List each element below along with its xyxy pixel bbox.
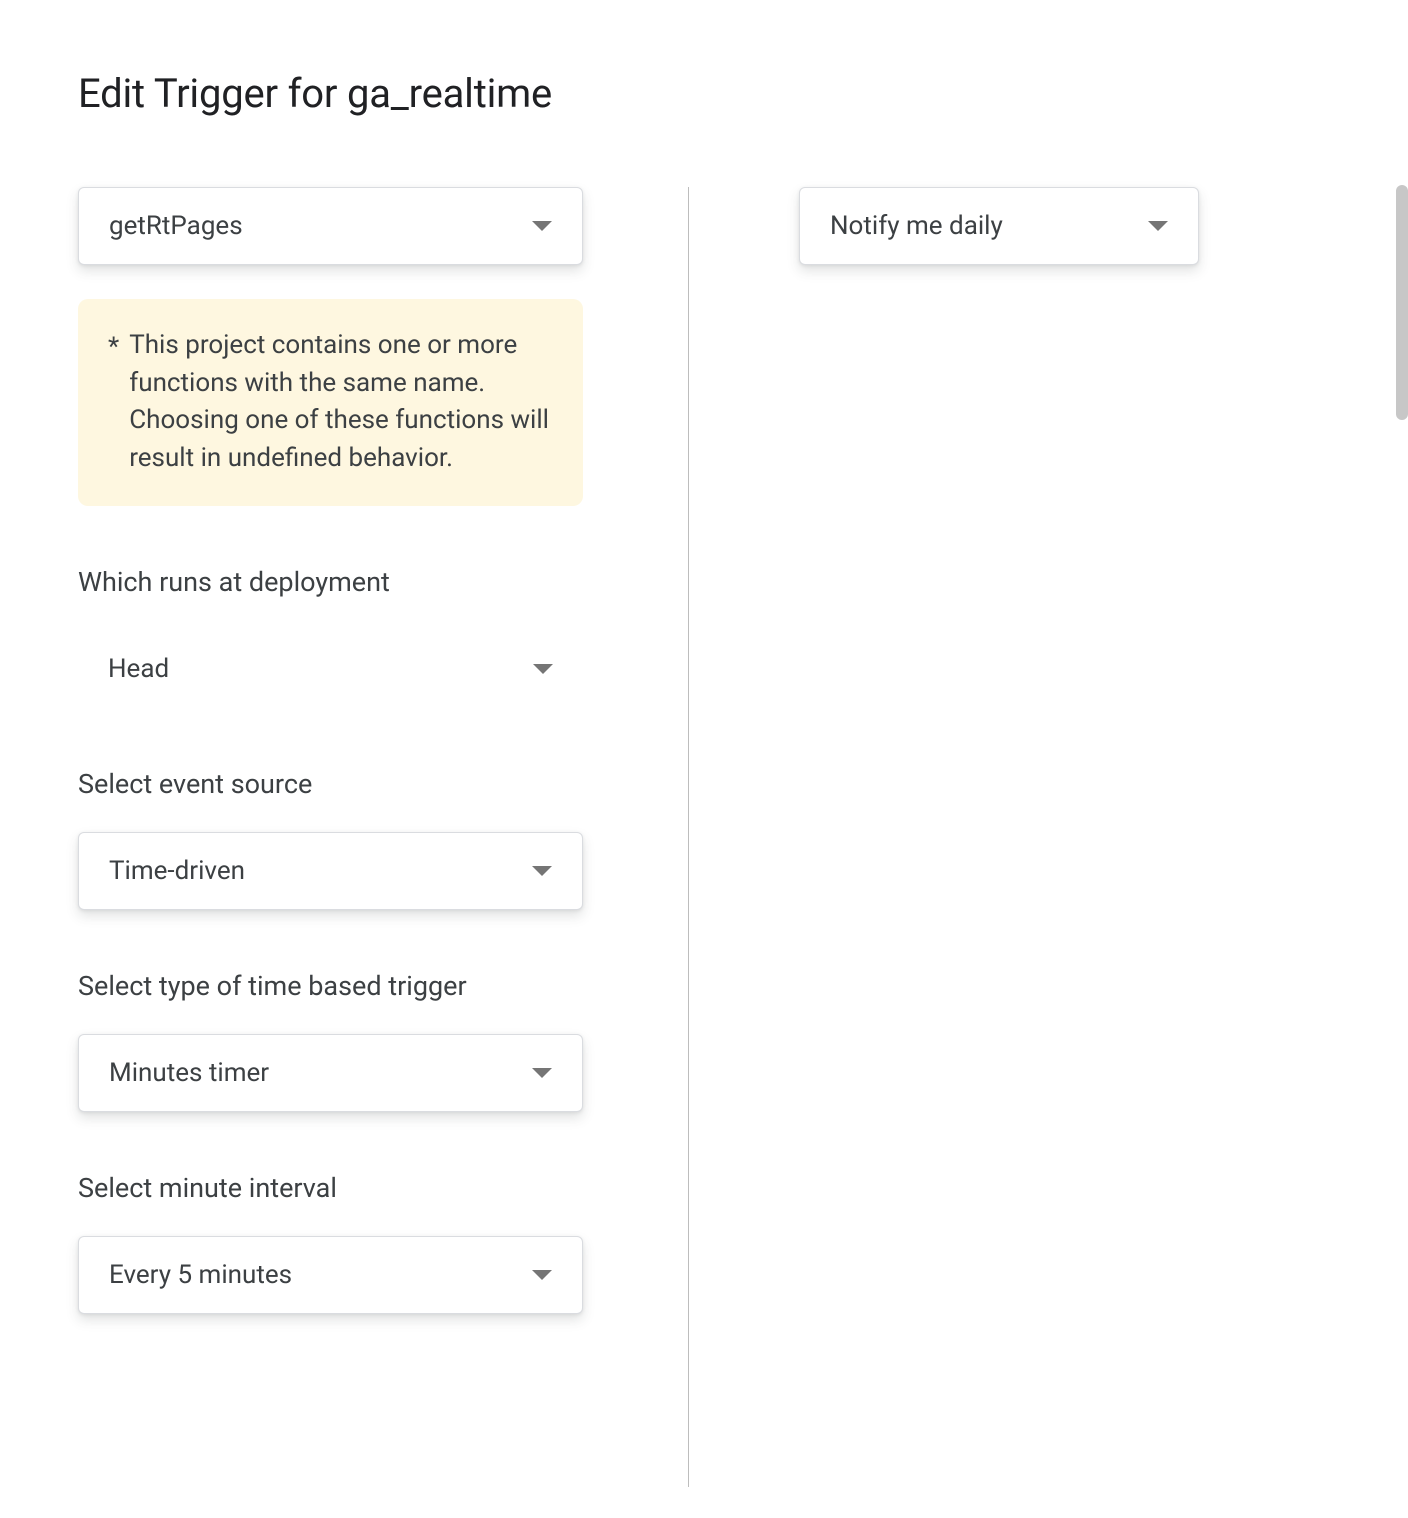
time-trigger-type-select[interactable]: Minutes timer [78, 1034, 583, 1112]
event-source-select-value: Time-driven [109, 856, 532, 886]
scrollbar[interactable] [1396, 185, 1408, 420]
failure-notification-select[interactable]: Notify me daily [799, 187, 1199, 265]
deployment-select[interactable]: Head [78, 630, 583, 708]
chevron-down-icon [1148, 221, 1168, 231]
minute-interval-select[interactable]: Every 5 minutes [78, 1236, 583, 1314]
minute-interval-label: Select minute interval [78, 1172, 598, 1204]
deployment-select-value: Head [108, 654, 533, 684]
time-trigger-type-select-value: Minutes timer [109, 1058, 532, 1088]
chevron-down-icon [532, 866, 552, 876]
right-column: Notify me daily [689, 187, 1289, 1487]
warning-asterisk: * [108, 327, 119, 478]
duplicate-function-warning: * This project contains one or more func… [78, 299, 583, 506]
dialog-title: Edit Trigger for ga_realtime [78, 70, 1408, 117]
minute-interval-group: Select minute interval Every 5 minutes [78, 1172, 598, 1314]
scrollbar-thumb[interactable] [1396, 185, 1408, 420]
chevron-down-icon [532, 221, 552, 231]
dialog-columns: getRtPages * This project contains one o… [0, 187, 1408, 1487]
left-column: getRtPages * This project contains one o… [78, 187, 688, 1487]
time-trigger-type-group: Select type of time based trigger Minute… [78, 970, 598, 1112]
chevron-down-icon [533, 664, 553, 674]
chevron-down-icon [532, 1270, 552, 1280]
event-source-group: Select event source Time-driven [78, 768, 598, 910]
warning-text: This project contains one or more functi… [129, 327, 553, 478]
deployment-label: Which runs at deployment [78, 566, 598, 598]
function-select[interactable]: getRtPages [78, 187, 583, 265]
edit-trigger-dialog: Edit Trigger for ga_realtime getRtPages … [0, 0, 1408, 1518]
minute-interval-select-value: Every 5 minutes [109, 1260, 532, 1290]
failure-notification-value: Notify me daily [830, 211, 1148, 241]
time-trigger-type-label: Select type of time based trigger [78, 970, 598, 1002]
event-source-label: Select event source [78, 768, 598, 800]
chevron-down-icon [532, 1068, 552, 1078]
deployment-group: Which runs at deployment Head [78, 566, 598, 708]
dialog-header: Edit Trigger for ga_realtime [0, 0, 1408, 117]
function-select-value: getRtPages [109, 211, 532, 241]
event-source-select[interactable]: Time-driven [78, 832, 583, 910]
